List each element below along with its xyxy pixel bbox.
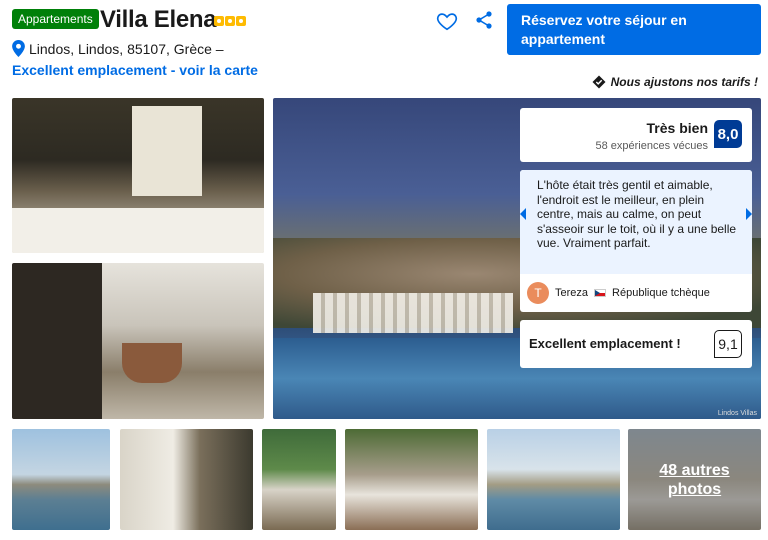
address-line: Lindos, Lindos, 85107, Grèce – [12,40,224,57]
property-title: Villa Elena [100,6,217,33]
gallery-thumb-garden[interactable] [262,429,336,530]
gallery-thumb-view[interactable] [487,429,620,530]
star-icon [225,16,235,26]
star-rating [214,16,246,26]
avatar: T [527,282,549,304]
location-score-badge: 9,1 [714,330,742,358]
gallery-thumb-flowers[interactable] [345,429,478,530]
location-map-link[interactable]: Excellent emplacement - voir la carte [12,62,258,78]
review-score-card[interactable]: Très bien 58 expériences vécues 8,0 [520,108,752,162]
chevron-right-icon[interactable] [746,208,752,220]
reserve-button[interactable]: Réservez votre séjour en appartement [507,4,761,55]
review-count: 58 expériences vécues [595,140,708,152]
price-tag-icon [592,75,606,89]
price-match-notice[interactable]: Nous ajustons nos tarifs ! [592,75,758,89]
gallery-thumb-bay[interactable] [12,429,110,530]
price-match-text: Nous ajustons nos tarifs ! [610,75,758,89]
share-icon[interactable] [474,10,494,30]
review-author: T Tereza République tchèque [527,282,710,304]
czech-flag-icon [594,289,607,297]
guest-review-card: L'hôte était très gentil et aimable, l'e… [520,170,752,312]
photo-town [313,293,513,333]
gallery-photo-patio[interactable] [12,263,264,419]
photo-credit: Lindos Villas [717,410,757,417]
gallery-photo-courtyard[interactable] [12,98,264,253]
author-name: Tereza [555,287,589,299]
address-text: Lindos, Lindos, 85107, Grèce – [29,40,224,57]
map-pin-icon [12,40,25,57]
location-score-card[interactable]: Excellent emplacement ! 9,1 [520,320,752,368]
star-icon [236,16,246,26]
star-icon [214,16,224,26]
gallery-thumb-terrace[interactable] [120,429,253,530]
location-score-label: Excellent emplacement ! [529,336,681,351]
review-text: L'hôte était très gentil et aimable, l'e… [520,170,752,274]
heart-icon[interactable] [436,10,458,32]
score-label: Très bien [646,120,708,136]
author-country: République tchèque [612,287,710,299]
gallery-thumb-more[interactable]: 48 autres photos [628,429,761,530]
chevron-left-icon[interactable] [520,208,526,220]
property-type-badge: Appartements [12,9,99,29]
score-badge: 8,0 [714,120,742,148]
more-photos-overlay: 48 autres photos [628,429,761,530]
more-photos-link[interactable]: 48 autres photos [645,461,745,499]
